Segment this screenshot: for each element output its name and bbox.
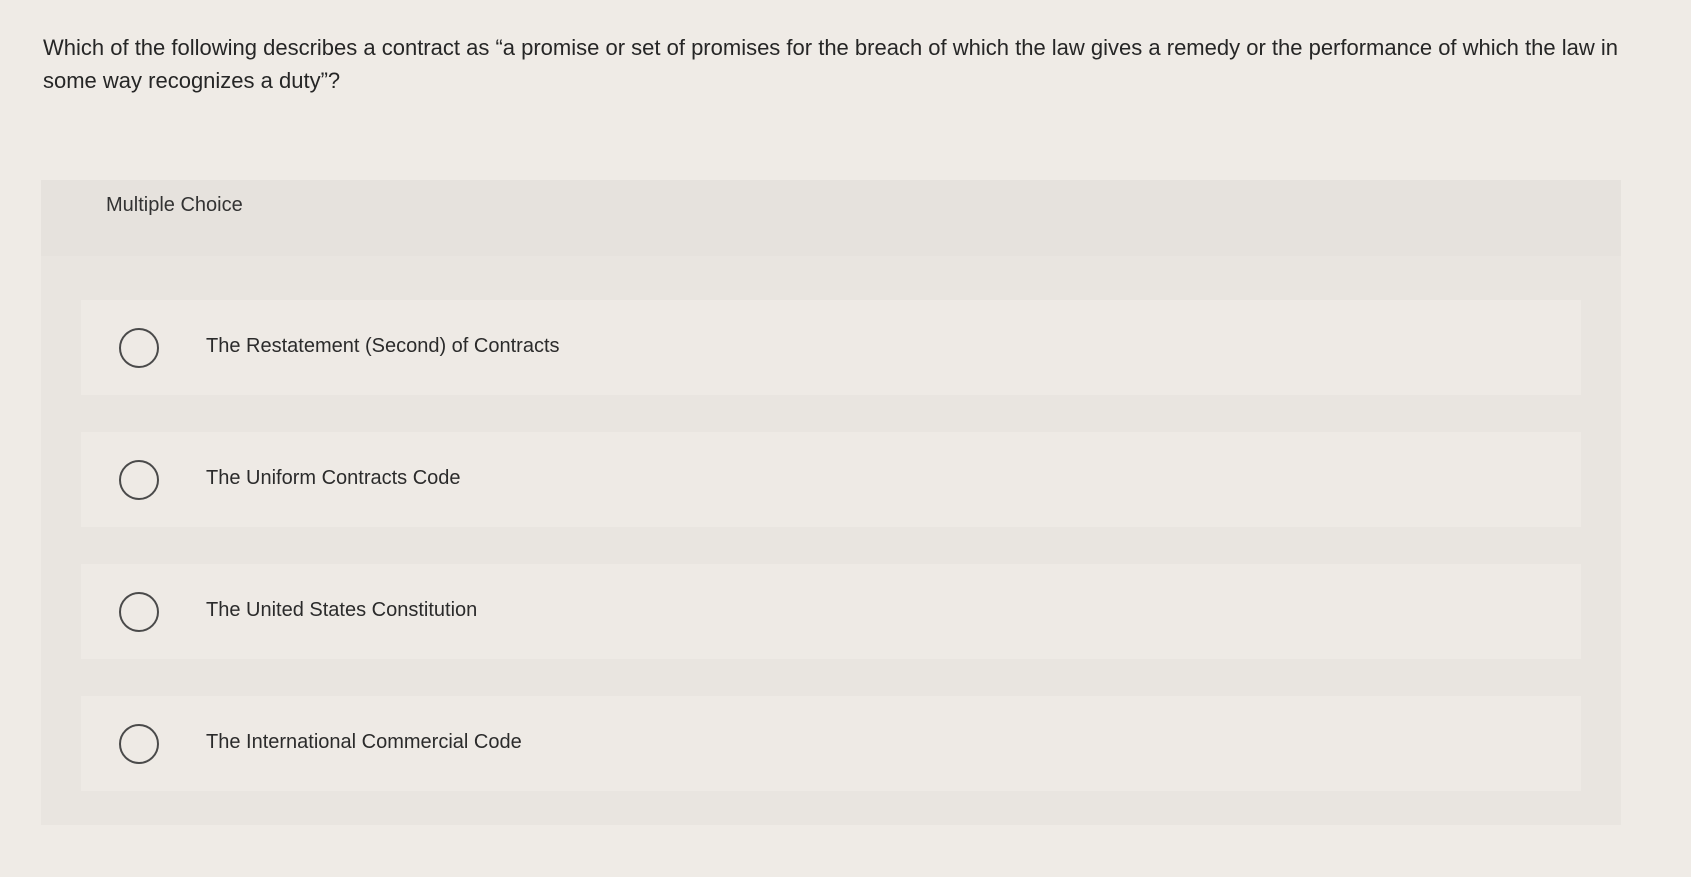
answer-option-1[interactable]: The Restatement (Second) of Contracts (81, 300, 1581, 395)
answer-option-label: The Uniform Contracts Code (206, 467, 461, 489)
multiple-choice-header: Multiple Choice (41, 180, 1621, 256)
radio-button-icon[interactable] (119, 724, 159, 764)
multiple-choice-panel: Multiple Choice The Restatement (Second)… (41, 180, 1621, 825)
answer-option-label: The International Commercial Code (206, 731, 522, 753)
answer-option-2[interactable]: The Uniform Contracts Code (81, 432, 1581, 527)
answer-option-4[interactable]: The International Commercial Code (81, 696, 1581, 791)
multiple-choice-title: Multiple Choice (106, 194, 243, 216)
question-text: Which of the following describes a contr… (43, 35, 1618, 93)
radio-button-icon[interactable] (119, 592, 159, 632)
answer-option-label: The Restatement (Second) of Contracts (206, 335, 560, 357)
radio-button-icon[interactable] (119, 460, 159, 500)
answer-option-label: The United States Constitution (206, 599, 478, 621)
answer-option-3[interactable]: The United States Constitution (81, 564, 1581, 659)
radio-button-icon[interactable] (119, 328, 159, 368)
